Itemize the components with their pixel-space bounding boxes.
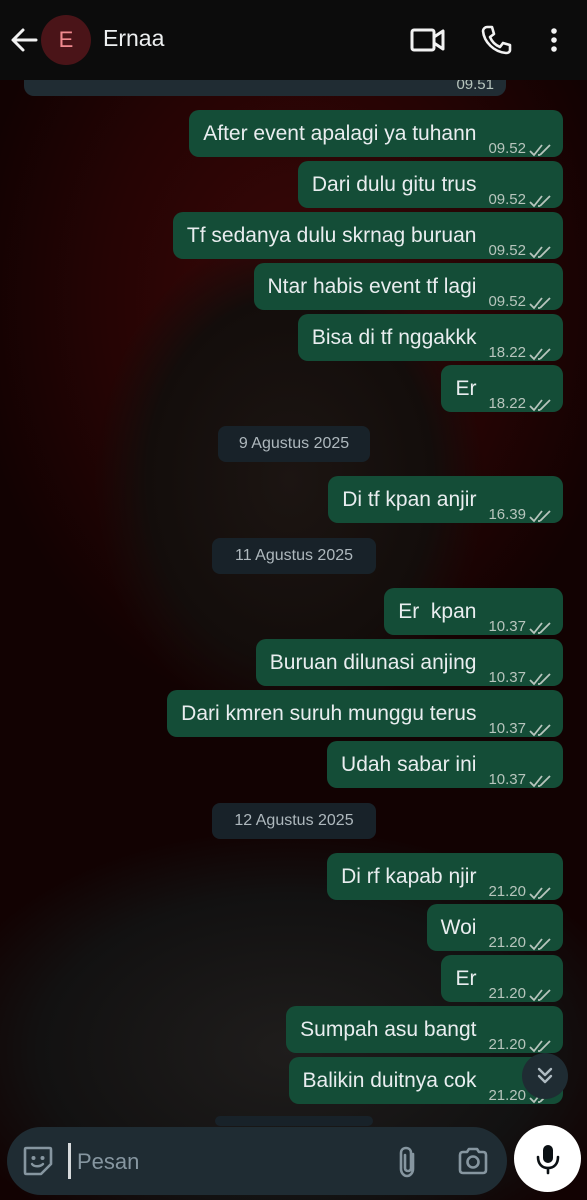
message-bubble[interactable]: Er 21.20: [441, 955, 563, 1002]
message-time: 21.20: [488, 985, 526, 1002]
double-check-icon: [529, 297, 551, 310]
message-bubble[interactable]: Buruan dilunasi anjing 10.37: [255, 639, 563, 686]
double-check-icon: [529, 348, 551, 361]
double-check-icon: [529, 1040, 551, 1053]
message-bubble[interactable]: Dari kmren suruh munggu terus 10.37: [167, 690, 563, 737]
paperclip-icon[interactable]: [393, 1145, 423, 1179]
message-text: Er kpan: [398, 599, 477, 623]
message-bubble[interactable]: Di rf kapab njir 21.20: [327, 853, 563, 900]
video-call-icon[interactable]: [408, 22, 446, 58]
message-time: 09.52: [488, 140, 526, 157]
message-bubble[interactable]: Bisa di tf nggakkk 18.22: [297, 314, 563, 361]
double-check-icon: [529, 724, 551, 737]
message-time: 21.20: [488, 1036, 526, 1053]
message-text: Sumpah asu bangt: [300, 1017, 477, 1041]
message-text: Balikin duitnya cok: [302, 1068, 477, 1092]
message-text: Er: [455, 376, 477, 400]
input-placeholder: Pesan: [77, 1149, 140, 1174]
message-time: 09.52: [488, 242, 526, 259]
message-time: 09.52: [488, 293, 526, 310]
date-separator: 11 Agustus 2025: [212, 538, 376, 574]
double-check-icon: [529, 195, 551, 208]
message-bubble[interactable]: After event apalagi ya tuhann 09.52: [189, 110, 563, 157]
message-time: 21.20: [488, 1087, 526, 1104]
double-check-icon: [529, 989, 551, 1002]
message-time: 16.39: [488, 506, 526, 523]
more-vert-icon[interactable]: [540, 22, 568, 58]
double-check-icon: [529, 887, 551, 900]
message-time: 21.20: [488, 934, 526, 951]
avatar[interactable]: E: [41, 15, 91, 65]
message-bubble[interactable]: Er 18.22: [441, 365, 563, 412]
scroll-to-bottom-button[interactable]: [522, 1053, 568, 1099]
message-bubble[interactable]: Di tf kpan anjir 16.39: [328, 476, 563, 523]
message-time: 21.20: [488, 883, 526, 900]
double-check-icon: [529, 622, 551, 635]
date-separator: 12 Agustus 2025: [212, 803, 376, 839]
message-text: Ntar habis event tf lagi: [267, 274, 477, 298]
date-label: 9 Agustus 2025: [238, 435, 350, 452]
message-text: After event apalagi ya tuhann: [203, 121, 477, 145]
message-time: 10.37: [488, 771, 526, 788]
message-bubble[interactable]: Sumpah asu bangt 21.20: [286, 1006, 563, 1053]
message-text: Tf sedanya dulu skrnag buruan: [186, 223, 477, 247]
message-input[interactable]: Pesan: [7, 1127, 507, 1195]
message-bubble[interactable]: Tf sedanya dulu skrnag buruan 09.52: [172, 212, 563, 259]
message-time: 10.37: [488, 669, 526, 686]
message-text: Dari kmren suruh munggu terus: [181, 701, 477, 725]
sticker-icon[interactable]: [21, 1144, 55, 1178]
double-check-icon: [529, 399, 551, 412]
message-time: 10.37: [488, 618, 526, 635]
double-check-icon: [529, 775, 551, 788]
message-time: 10.37: [488, 720, 526, 737]
double-check-icon: [529, 673, 551, 686]
message-text: Di tf kpan anjir: [342, 487, 477, 511]
message-bubble[interactable]: Ntar habis event tf lagi 09.52: [253, 263, 563, 310]
voice-message-button[interactable]: [514, 1125, 581, 1192]
text-cursor: [68, 1143, 71, 1179]
double-check-icon: [529, 144, 551, 157]
message-bubble[interactable]: Dari dulu gitu trus 09.52: [297, 161, 563, 208]
message-list[interactable]: 09.51 After event apalagi ya tuhann 09.5…: [0, 0, 587, 1200]
camera-icon[interactable]: [456, 1145, 490, 1177]
double-check-icon: [529, 938, 551, 951]
message-time: 18.22: [488, 344, 526, 361]
message-composer: Pesan: [0, 1125, 587, 1200]
date-label: 11 Agustus 2025: [234, 547, 354, 564]
message-text: Er: [455, 966, 477, 990]
message-text: Buruan dilunasi anjing: [269, 650, 477, 674]
date-separator: 9 Agustus 2025: [218, 426, 370, 462]
mic-icon: [536, 1144, 559, 1174]
message-bubble[interactable]: Udah sabar ini 10.37: [327, 741, 563, 788]
double-chevron-down-icon: [537, 1067, 553, 1084]
message-time: 09.52: [488, 191, 526, 208]
message-time: 18.22: [488, 395, 526, 412]
message-bubble[interactable]: Woi 21.20: [426, 904, 563, 951]
message-text: Dari dulu gitu trus: [311, 172, 477, 196]
back-arrow-icon[interactable]: [8, 22, 40, 58]
message-text: Woi: [440, 915, 477, 939]
double-check-icon: [529, 510, 551, 523]
message-text: Bisa di tf nggakkk: [311, 325, 477, 349]
phone-icon[interactable]: [478, 22, 514, 58]
message-bubble[interactable]: Er kpan 10.37: [384, 588, 563, 635]
double-check-icon: [529, 246, 551, 259]
message-text: Di rf kapab njir: [341, 864, 477, 888]
date-label: 12 Agustus 2025: [234, 812, 354, 829]
avatar-letter: E: [58, 27, 74, 52]
chat-header: E Ernaa: [0, 0, 587, 80]
message-text: Udah sabar ini: [341, 752, 477, 776]
contact-name[interactable]: Ernaa: [103, 25, 164, 52]
